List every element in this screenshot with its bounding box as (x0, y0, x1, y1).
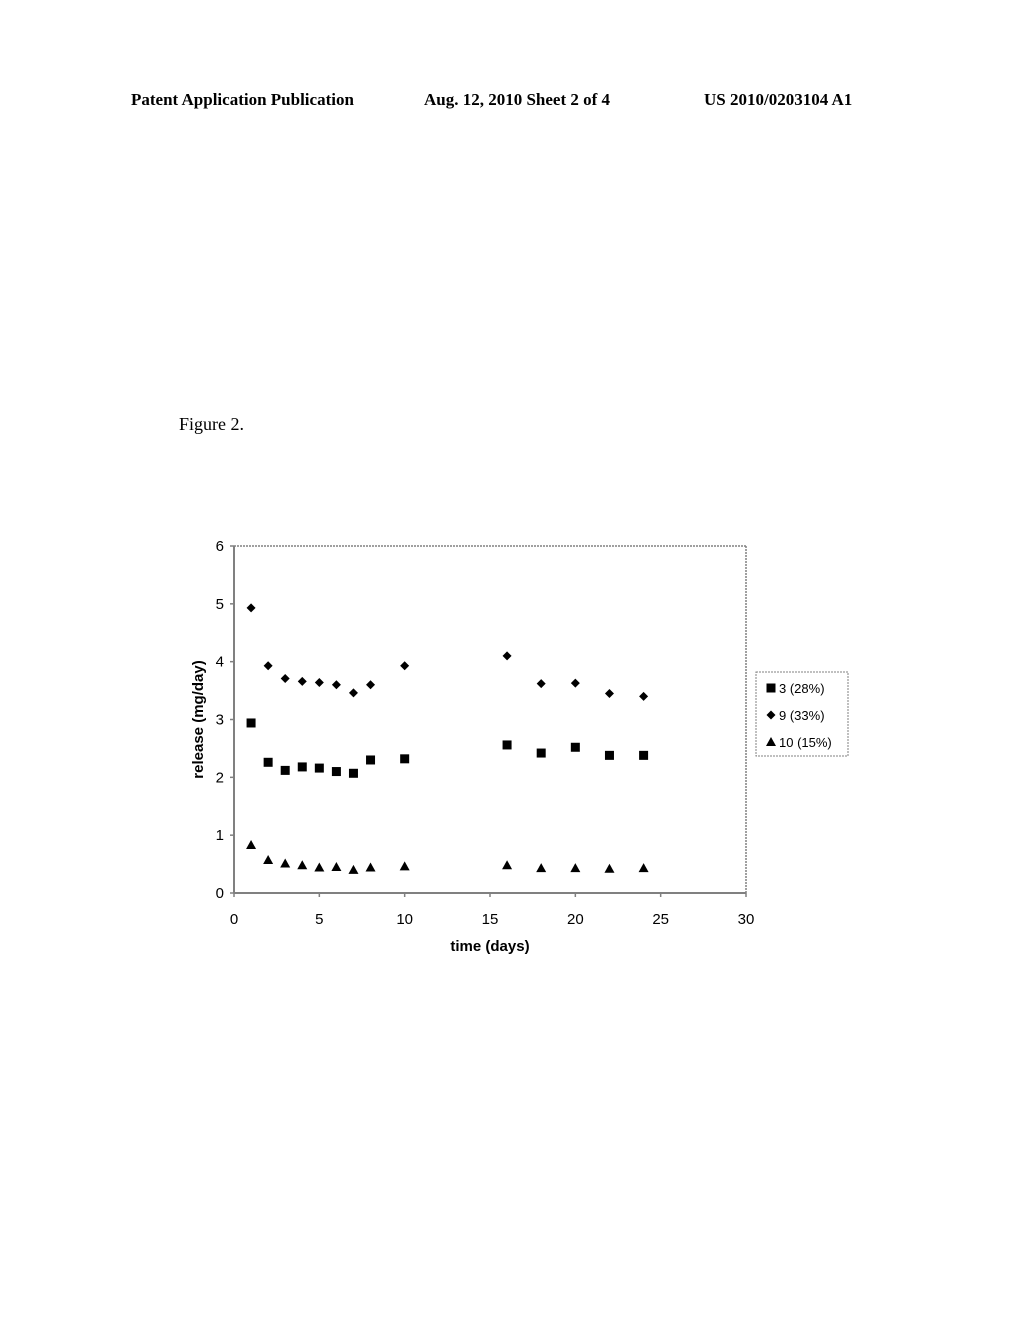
data-point-square (570, 742, 580, 752)
data-point-square (246, 718, 256, 728)
data-point-triangle (365, 862, 376, 872)
data-point-triangle (314, 862, 325, 872)
data-point-square (536, 748, 546, 758)
y-tick-label: 2 (216, 769, 224, 786)
legend-label: 9 (33%) (779, 708, 825, 723)
x-tick-label: 5 (315, 911, 323, 928)
legend-label: 3 (28%) (779, 681, 825, 696)
data-point-diamond (366, 680, 376, 690)
y-tick-label: 0 (216, 885, 224, 902)
data-point-triangle (331, 861, 342, 871)
data-point-triangle (536, 863, 547, 873)
y-tick-label: 5 (216, 596, 224, 613)
data-point-square (639, 750, 649, 760)
data-point-diamond (502, 651, 512, 661)
data-point-triangle (399, 861, 410, 871)
x-tick-label: 20 (567, 911, 584, 928)
data-point-square (297, 762, 307, 772)
data-point-diamond (314, 677, 324, 687)
data-point-triangle (502, 860, 513, 870)
data-point-square (400, 754, 410, 764)
x-tick-label: 25 (652, 911, 669, 928)
data-point-diamond (604, 688, 614, 698)
data-marks (246, 603, 649, 874)
data-point-square (280, 765, 290, 775)
data-point-triangle (297, 860, 308, 870)
x-tick-label: 10 (396, 911, 413, 928)
data-point-square (502, 740, 512, 750)
legend-marker-square (766, 683, 776, 693)
series-square (246, 718, 649, 778)
x-axis-title: time (days) (450, 938, 529, 955)
data-point-diamond (570, 678, 580, 688)
legend: 3 (28%) 9 (33%) 10 (15%) (755, 671, 849, 757)
data-point-triangle (263, 855, 274, 865)
data-point-triangle (246, 839, 257, 849)
data-point-diamond (263, 661, 273, 671)
data-point-triangle (570, 863, 581, 873)
data-point-square (348, 768, 358, 778)
series-triangle (246, 839, 649, 874)
data-point-square (314, 763, 324, 773)
data-point-square (366, 755, 376, 765)
y-axis-title: release (mg/day) (190, 660, 207, 778)
data-point-triangle (348, 864, 359, 874)
data-point-diamond (536, 679, 546, 689)
data-point-triangle (638, 863, 649, 873)
data-point-diamond (400, 661, 410, 671)
data-point-triangle (280, 858, 291, 868)
series-diamond (246, 603, 649, 701)
data-point-diamond (639, 691, 649, 701)
data-point-diamond (297, 676, 307, 686)
x-tick-label: 15 (482, 911, 499, 928)
y-tick-label: 1 (216, 827, 224, 844)
data-point-square (263, 757, 273, 767)
y-tick-label: 4 (216, 654, 224, 671)
data-point-diamond (331, 680, 341, 690)
data-point-triangle (604, 863, 615, 873)
axes: 0 1 2 3 4 5 6 0 5 10 15 20 25 30 time (days) release (m… (190, 538, 754, 955)
x-tick-label: 30 (738, 911, 755, 928)
data-point-square (604, 750, 614, 760)
legend-label: 10 (15%) (779, 735, 832, 750)
scatter-chart: 0 1 2 3 4 5 6 0 5 10 15 20 25 30 time (days) release (m… (190, 538, 849, 955)
data-point-diamond (280, 673, 290, 683)
data-point-diamond (246, 603, 256, 613)
data-point-square (331, 767, 341, 777)
y-tick-label: 6 (216, 538, 224, 555)
data-point-diamond (348, 688, 358, 698)
y-tick-label: 3 (216, 712, 224, 729)
x-tick-label: 0 (230, 911, 238, 928)
